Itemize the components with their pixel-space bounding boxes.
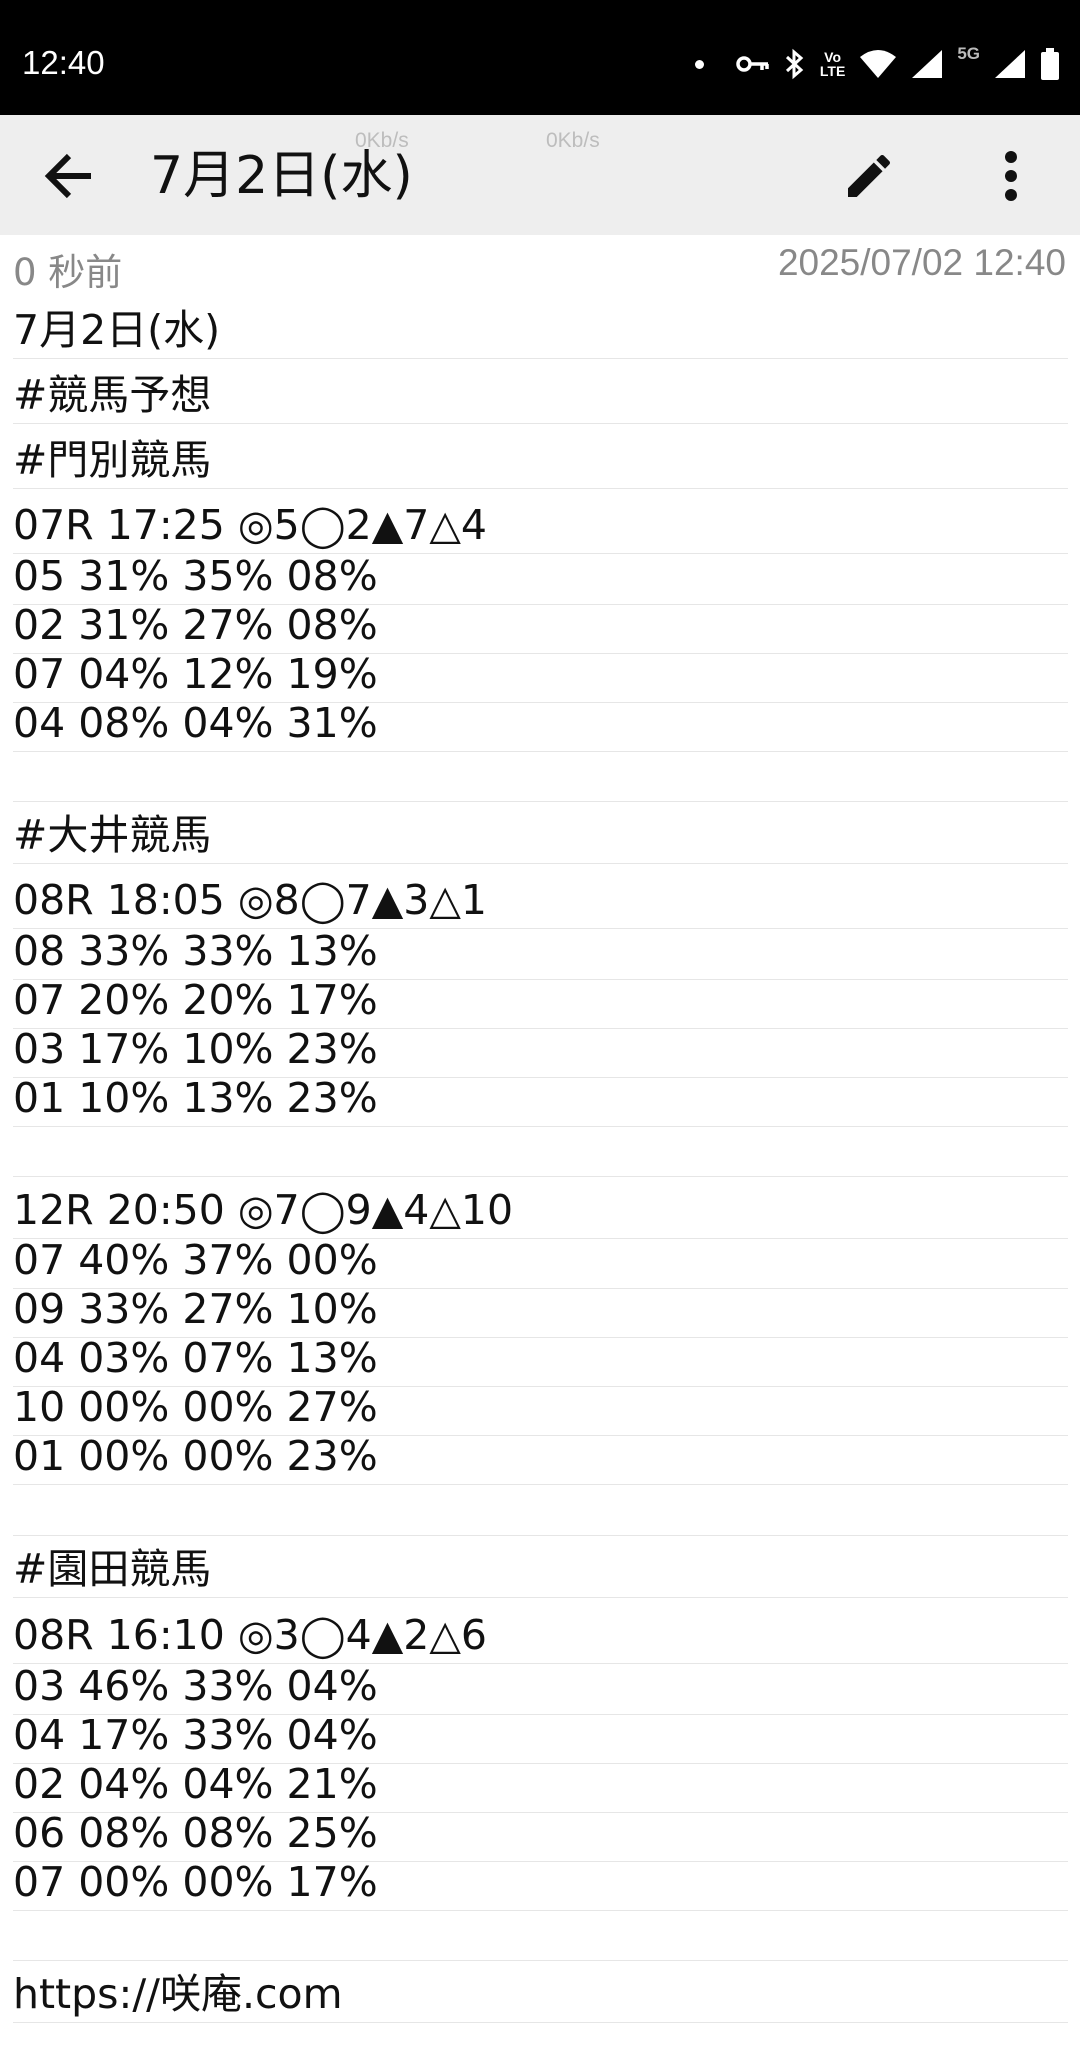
- note-line-text: 09 33% 27% 10%: [13, 1285, 378, 1333]
- note-line: 7月2日(水): [13, 306, 1068, 359]
- note-line-text: 08 33% 33% 13%: [13, 927, 378, 975]
- note-line-text: 01 00% 00% 23%: [13, 1432, 378, 1480]
- note-line: 01 00% 00% 23%: [13, 1432, 1068, 1485]
- note-line-text: 08R 16:10 ◎3◯4▲2△6: [13, 1611, 487, 1659]
- note-line: #園田競馬: [13, 1545, 1068, 1598]
- note-line-text: 10 00% 00% 27%: [13, 1383, 378, 1431]
- note-line: 08 33% 33% 13%: [13, 927, 1068, 980]
- note-line: 08R 16:10 ◎3◯4▲2△6: [13, 1611, 1068, 1664]
- note-line: 09 33% 27% 10%: [13, 1285, 1068, 1338]
- note-line: #競馬予想: [13, 371, 1068, 424]
- note-line[interactable]: https://咲庵.com: [13, 1970, 1068, 2023]
- note-line-text: 02 31% 27% 08%: [13, 601, 378, 649]
- note-line: [13, 1485, 1068, 1536]
- note-line-text: #競馬予想: [13, 371, 212, 419]
- note-line-text: #園田競馬: [13, 1545, 212, 1593]
- note-line-text: 07 00% 00% 17%: [13, 1858, 378, 1906]
- note-line: 07 04% 12% 19%: [13, 650, 1068, 703]
- note-line: [13, 751, 1068, 802]
- note-line: 04 08% 04% 31%: [13, 699, 1068, 752]
- note-line: 07 40% 37% 00%: [13, 1236, 1068, 1289]
- note-line-text: #門別競馬: [13, 436, 212, 484]
- note-line-text: 01 10% 13% 23%: [13, 1074, 378, 1122]
- note-line-text: 07 40% 37% 00%: [13, 1236, 378, 1284]
- note-line-text: 08R 18:05 ◎8◯7▲3△1: [13, 876, 487, 924]
- note-line-text: 04 03% 07% 13%: [13, 1334, 378, 1382]
- note-line: 08R 18:05 ◎8◯7▲3△1: [13, 876, 1068, 929]
- note-line: 06 08% 08% 25%: [13, 1809, 1068, 1862]
- note-line-text: 07 04% 12% 19%: [13, 650, 378, 698]
- note-line: 07 00% 00% 17%: [13, 1858, 1068, 1911]
- note-line: 07R 17:25 ◎5◯2▲7△4: [13, 501, 1068, 554]
- note-line-text: 12R 20:50 ◎7◯9▲4△10: [13, 1186, 514, 1234]
- note-line: 04 03% 07% 13%: [13, 1334, 1068, 1387]
- note-body[interactable]: 7月2日(水) #競馬予想 #門別競馬 07R 17:25 ◎5◯2▲7△4 0…: [0, 0, 1080, 2051]
- note-line-text: 02 04% 04% 21%: [13, 1760, 378, 1808]
- note-line: 02 04% 04% 21%: [13, 1760, 1068, 1813]
- note-line-text: 06 08% 08% 25%: [13, 1809, 378, 1857]
- note-line-text: #大井競馬: [13, 811, 212, 859]
- note-line: 03 46% 33% 04%: [13, 1662, 1068, 1715]
- note-line-text: 07 20% 20% 17%: [13, 976, 378, 1024]
- note-line: 05 31% 35% 08%: [13, 552, 1068, 605]
- note-line: #門別競馬: [13, 436, 1068, 489]
- note-line: 04 17% 33% 04%: [13, 1711, 1068, 1764]
- note-link[interactable]: https://咲庵.com: [13, 1970, 343, 2018]
- note-line-text: 07R 17:25 ◎5◯2▲7△4: [13, 501, 487, 549]
- note-line-text: 04 08% 04% 31%: [13, 699, 378, 747]
- note-line: [13, 1910, 1068, 1961]
- note-line: #大井競馬: [13, 811, 1068, 864]
- note-line: 12R 20:50 ◎7◯9▲4△10: [13, 1186, 1068, 1239]
- note-line: 01 10% 13% 23%: [13, 1074, 1068, 1127]
- note-line: [13, 1126, 1068, 1177]
- note-line-text: 7月2日(水): [13, 306, 221, 354]
- note-line-text: 05 31% 35% 08%: [13, 552, 378, 600]
- note-line-text: 04 17% 33% 04%: [13, 1711, 378, 1759]
- note-line: 02 31% 27% 08%: [13, 601, 1068, 654]
- note-line: 07 20% 20% 17%: [13, 976, 1068, 1029]
- note-line-text: 03 17% 10% 23%: [13, 1025, 378, 1073]
- note-line: 10 00% 00% 27%: [13, 1383, 1068, 1436]
- note-line: 03 17% 10% 23%: [13, 1025, 1068, 1078]
- note-line-text: 03 46% 33% 04%: [13, 1662, 378, 1710]
